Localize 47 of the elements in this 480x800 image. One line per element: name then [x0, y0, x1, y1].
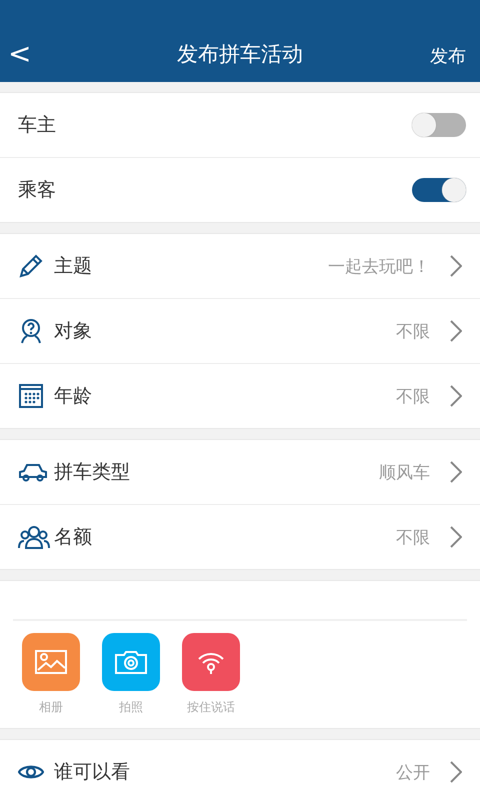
chevron-icon [450, 385, 462, 407]
toggle-switch[interactable] [412, 178, 466, 202]
list-row[interactable]: 拼车类型 顺风车 [0, 440, 480, 505]
chevron-icon [450, 526, 462, 548]
row-value: 不限 [396, 386, 430, 408]
row-label: 名额 [54, 525, 93, 550]
list-row[interactable]: 对象 不限 [0, 299, 480, 364]
camera-icon [115, 650, 147, 674]
media-label: 拍照 [119, 699, 143, 716]
row-value: 公开 [396, 762, 430, 784]
toggle-switch[interactable] [412, 113, 466, 137]
row-label: 年龄 [54, 384, 93, 409]
media-label: 按住说话 [187, 699, 235, 716]
publish-button[interactable]: 发布 [420, 44, 480, 68]
chevron-icon [450, 320, 462, 342]
media-button[interactable] [102, 633, 160, 691]
list-row[interactable]: 年龄 不限 [0, 364, 480, 428]
media-button[interactable] [182, 633, 240, 691]
chevron-icon [450, 255, 462, 277]
question-person-icon [18, 318, 44, 344]
chevron-icon [450, 761, 462, 783]
row-label: 对象 [54, 319, 93, 344]
back-button[interactable]: < [0, 40, 60, 68]
row-value: 不限 [396, 526, 430, 548]
row-label: 乘客 [18, 178, 57, 203]
media-label: 相册 [39, 699, 63, 716]
list-row[interactable]: 名额 不限 [0, 505, 480, 569]
row-label: 谁可以看 [54, 760, 131, 785]
chevron-icon [450, 461, 462, 483]
row-value: 不限 [396, 320, 430, 342]
row-value: 顺风车 [379, 462, 430, 484]
row-value: 一起去玩吧！ [328, 256, 430, 278]
pencil-icon [18, 253, 44, 279]
calendar-icon [18, 383, 44, 409]
row-label: 车主 [18, 113, 57, 138]
toggle-row[interactable]: 车主 [0, 93, 480, 158]
list-row[interactable]: 主题 一起去玩吧！ [0, 234, 480, 299]
row-label: 主题 [54, 254, 93, 279]
row-label: 拼车类型 [54, 460, 131, 485]
car-icon [18, 462, 48, 482]
media-button[interactable] [22, 633, 80, 691]
eye-icon [18, 763, 44, 781]
group-icon [18, 525, 50, 549]
list-row[interactable]: 谁可以看 公开 [0, 740, 480, 800]
image-icon [35, 650, 67, 674]
toggle-row[interactable]: 乘客 [0, 158, 480, 222]
page-title: 发布拼车活动 [176, 41, 304, 68]
